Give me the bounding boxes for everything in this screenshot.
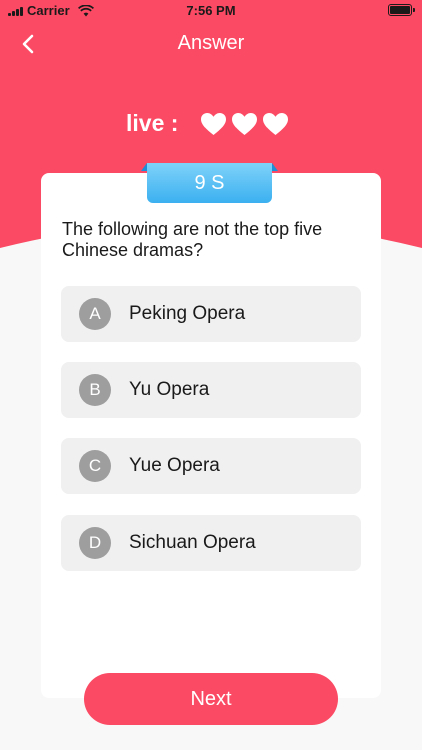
option-letter: A (79, 298, 111, 330)
lives-label: live : (126, 110, 179, 136)
heart-icon (232, 112, 258, 135)
option-d[interactable]: D Sichuan Opera (61, 515, 361, 571)
heart-icon (263, 112, 289, 135)
option-label: Yue Opera (129, 455, 220, 476)
option-c[interactable]: C Yue Opera (61, 438, 361, 494)
countdown-timer: 9 S (141, 163, 278, 203)
next-button[interactable]: Next (84, 673, 338, 725)
option-label: Peking Opera (129, 303, 246, 324)
option-letter: B (79, 374, 111, 406)
status-time: 7:56 PM (186, 3, 236, 18)
option-label: Yu Opera (129, 379, 210, 400)
option-label: Sichuan Opera (129, 532, 256, 553)
option-letter: D (79, 527, 111, 559)
status-bar: Carrier 7:56 PM (0, 0, 422, 22)
option-a[interactable]: A Peking Opera (61, 286, 361, 342)
heart-icon (201, 112, 227, 135)
option-b[interactable]: B Yu Opera (61, 362, 361, 418)
quiz-screen: Carrier 7:56 PM Answer live : 9 S The fo… (0, 0, 422, 750)
question-text: The following are not the top five Chine… (62, 219, 323, 260)
page-title: Answer (177, 32, 245, 54)
option-letter: C (79, 450, 111, 482)
battery-icon (388, 4, 415, 16)
lives-indicator: live : (126, 110, 293, 137)
